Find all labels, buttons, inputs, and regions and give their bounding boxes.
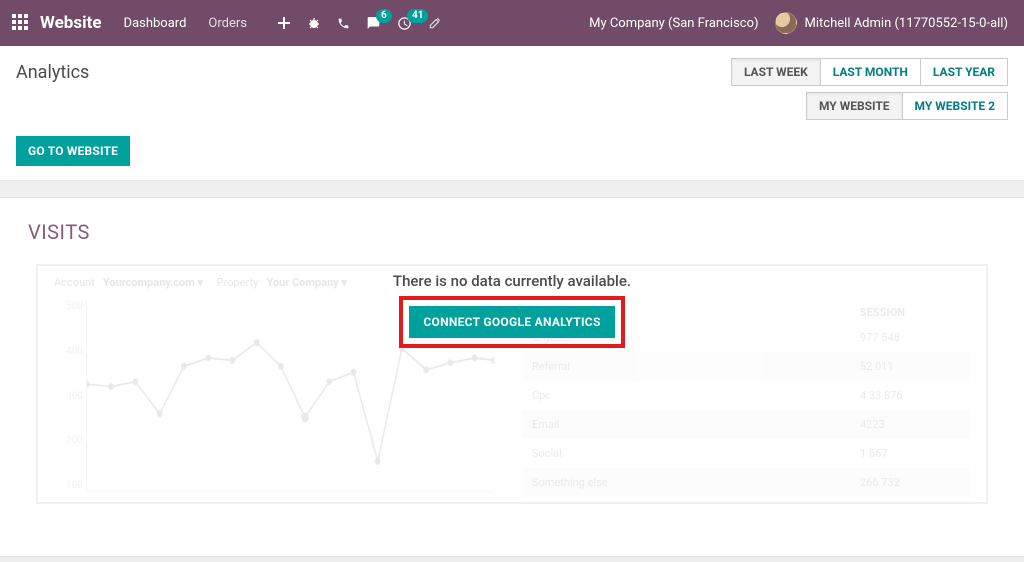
conversations-icon[interactable]: 6 [366, 16, 381, 30]
user-name: Mitchell Admin (11770552-15-0-all) [805, 16, 1008, 31]
nodata-text: There is no data currently available. [38, 272, 986, 290]
go-to-website-wrap: GO TO WEBSITE [0, 132, 1024, 180]
connect-google-analytics-button[interactable]: CONNECT GOOGLE ANALYTICS [409, 306, 614, 338]
bug-icon[interactable] [307, 16, 321, 30]
filter-last-week[interactable]: LAST WEEK [731, 58, 821, 86]
ph-row: Cpc4 33 876 [522, 381, 970, 410]
nav-left: Website Dashboard Orders 6 41 [8, 13, 442, 33]
divider [0, 180, 1024, 198]
apps-icon[interactable] [12, 14, 30, 32]
period-filter-row: LAST WEEK LAST MONTH LAST YEAR [731, 58, 1008, 86]
control-panel: Analytics LAST WEEK LAST MONTH LAST YEAR… [0, 46, 1024, 132]
nodata-overlay: There is no data currently available. CO… [38, 272, 986, 348]
nav-orders[interactable]: Orders [208, 16, 247, 31]
filter-group: LAST WEEK LAST MONTH LAST YEAR MY WEBSIT… [731, 58, 1008, 120]
company-selector[interactable]: My Company (San Francisco) [589, 16, 758, 31]
nav-right: My Company (San Francisco) Mitchell Admi… [589, 12, 1008, 34]
filter-my-website-2[interactable]: MY WEBSITE 2 [902, 92, 1008, 120]
ph-row: Something else266 732 [522, 468, 970, 497]
top-navbar: Website Dashboard Orders 6 41 [0, 0, 1024, 46]
ph-row: Social1 567 [522, 439, 970, 468]
plus-icon[interactable] [277, 16, 291, 30]
filter-last-year[interactable]: LAST YEAR [920, 58, 1008, 86]
filter-last-month[interactable]: LAST MONTH [820, 58, 921, 86]
activities-badge: 41 [407, 9, 428, 23]
page-title: Analytics [16, 62, 89, 83]
nav-dashboard[interactable]: Dashboard [124, 16, 187, 31]
highlight-box: CONNECT GOOGLE ANALYTICS [399, 296, 624, 348]
brand-title[interactable]: Website [40, 13, 102, 33]
website-filter-row: MY WEBSITE MY WEBSITE 2 [806, 92, 1008, 120]
filter-my-website[interactable]: MY WEBSITE [806, 92, 903, 120]
bottom-divider [0, 556, 1024, 562]
user-menu[interactable]: Mitchell Admin (11770552-15-0-all) [775, 12, 1008, 34]
ph-row: Referral52 011 [522, 352, 970, 381]
visits-title: VISITS [28, 220, 996, 244]
tools-icon[interactable] [428, 16, 442, 30]
conversations-badge: 6 [376, 9, 392, 23]
avatar [775, 12, 797, 34]
visits-panel: VISITS Account Yourcompany.com ▾ Propert… [0, 198, 1024, 504]
ph-row: Email4223 [522, 410, 970, 439]
phone-icon[interactable] [337, 17, 350, 30]
nav-systray: 6 41 [277, 16, 442, 31]
analytics-placeholder: Account Yourcompany.com ▾ Property Your … [36, 264, 988, 504]
go-to-website-button[interactable]: GO TO WEBSITE [16, 136, 130, 166]
activities-icon[interactable]: 41 [397, 16, 412, 31]
